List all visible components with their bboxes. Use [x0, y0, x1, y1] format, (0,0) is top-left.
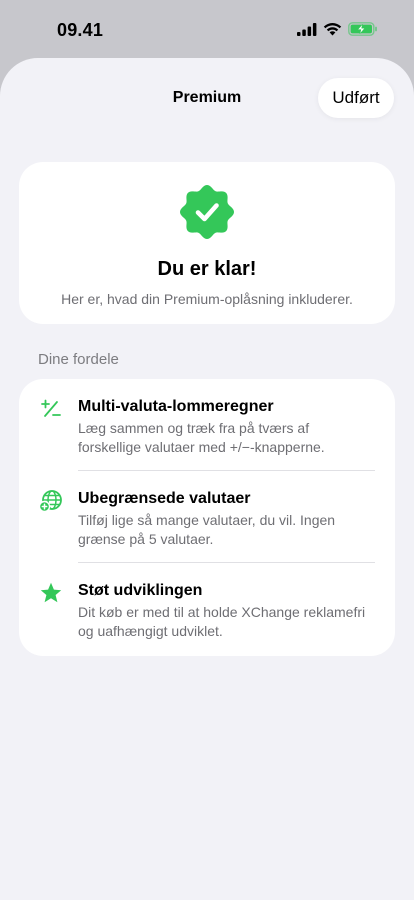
hero-title: Du er klar! [157, 258, 257, 280]
star-icon [40, 582, 62, 603]
benefit-description: Læg sammen og træk fra på tværs af forsk… [78, 420, 325, 455]
wifi-icon [323, 23, 342, 36]
battery-charging-icon [348, 22, 377, 36]
signal-icon [297, 22, 317, 36]
plus-minus-icon [41, 399, 61, 417]
hero-subtitle: Her er, hvad din Premium-oplåsning inklu… [61, 291, 353, 307]
status-bar: 09.41 [0, 0, 414, 60]
benefit-description: Dit køb er med til at holde XChange rekl… [78, 604, 366, 639]
divider [78, 562, 375, 563]
done-button[interactable]: Udført [318, 78, 394, 118]
benefit-title: Ubegrænsede valutaer [78, 490, 251, 507]
benefits-card: Multi-valuta-lommeregner Læg sammen og t… [19, 379, 395, 656]
status-time: 09.41 [57, 20, 104, 40]
status-icons [297, 22, 378, 36]
globe-icon [39, 490, 62, 513]
hero-card: Du er klar! Her er, hvad din Premium-opl… [19, 162, 395, 324]
benefit-title: Multi-valuta-lommeregner [78, 398, 274, 415]
section-header: Dine fordele [38, 351, 119, 368]
verified-check-badge-icon [180, 185, 234, 239]
divider [78, 470, 375, 471]
benefit-title: Støt udviklingen [78, 582, 203, 599]
premium-sheet: Premium Udført Du er klar! Her er, hvad … [0, 58, 414, 900]
benefit-description: Tilføj lige så mange valutaer, du vil. I… [78, 512, 336, 547]
